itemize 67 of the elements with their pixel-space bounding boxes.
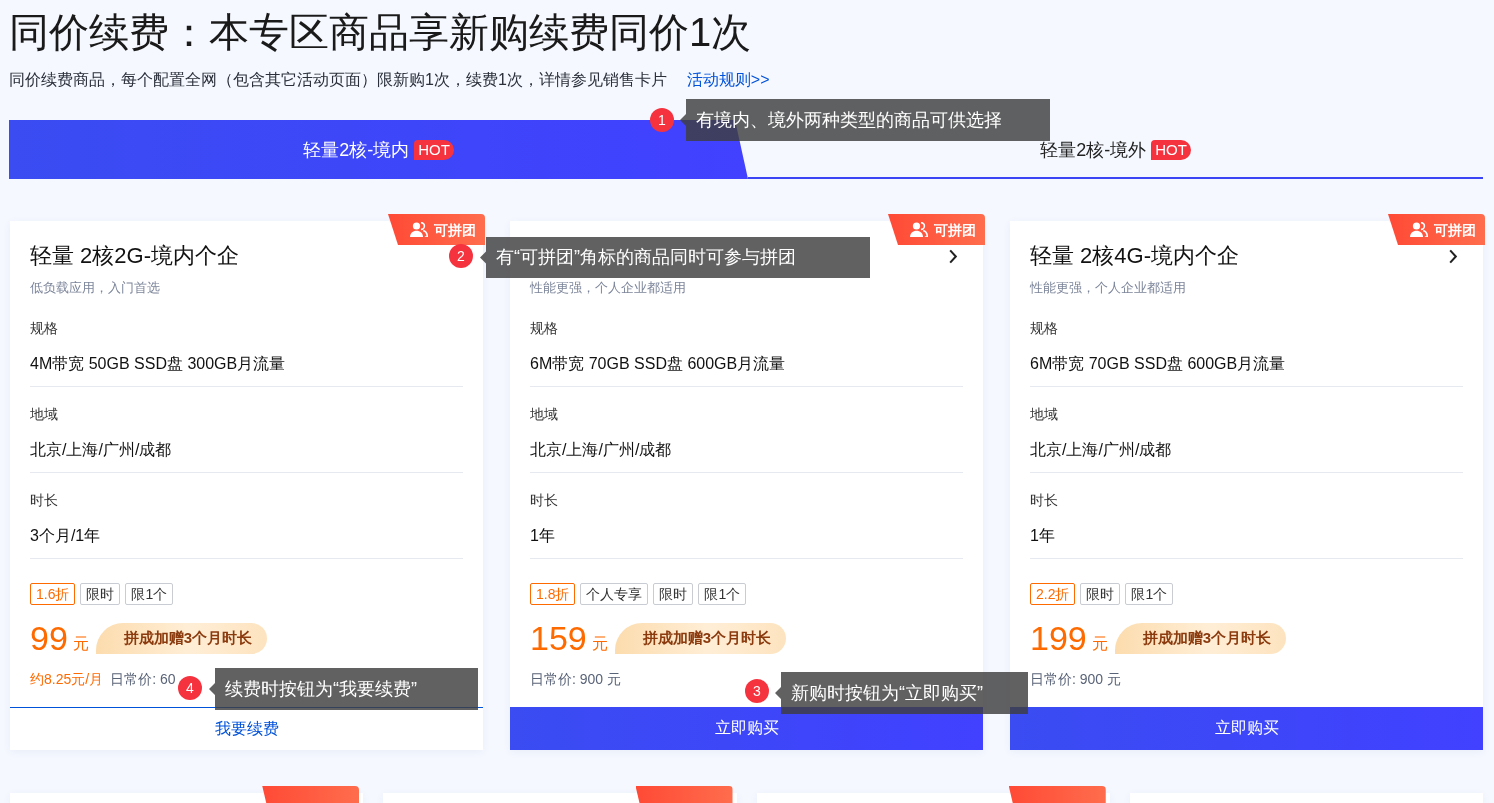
users-icon	[409, 222, 428, 237]
spec-label: 时长	[1030, 491, 1059, 510]
spec-value: 北京/上海/广州/成都	[530, 440, 673, 460]
users-icon	[909, 222, 928, 237]
discount-tag: 1.6折	[30, 583, 76, 605]
promo-pill: 拼成加赠3个月时长	[95, 622, 268, 654]
spec-value: 1年	[1030, 526, 1056, 546]
buy-button[interactable]: 立即购买	[1010, 707, 1483, 750]
badge-label: 可拼团	[1433, 220, 1476, 240]
label-tag: 限时	[1080, 583, 1121, 605]
chevron-right-icon[interactable]	[948, 248, 958, 264]
badge-label: 可拼团	[433, 220, 476, 240]
annotation-tooltip: 续费时按钮为“我要续费”	[209, 668, 478, 710]
users-icon	[1409, 222, 1428, 237]
label-tag: 限1个	[125, 583, 174, 605]
buy-button[interactable]: 立即购买	[510, 707, 983, 750]
hot-badge: HOT	[414, 139, 454, 160]
price-amount: 99	[30, 618, 68, 658]
label-tag: 限时	[80, 583, 121, 605]
label-tag: 限时	[653, 583, 694, 605]
badge-label: 可拼团	[933, 220, 976, 240]
product-title: 轻量 2核4G-境内个企	[1030, 242, 1240, 270]
description-text: 同价续费商品，每个配置全网（包含其它活动页面）限新购1次，续费1次，详情参见销售卡片	[9, 70, 667, 90]
annotation-marker: 1	[650, 108, 674, 132]
monthly-price: 约8.25元/月	[30, 670, 104, 689]
page-title: 同价续费：本专区商品享新购续费同价1次	[9, 9, 753, 56]
spec-label: 规格	[30, 319, 59, 338]
spec-label: 规格	[530, 319, 559, 338]
price-amount: 159	[530, 618, 587, 658]
currency-unit: 元	[72, 634, 89, 654]
spec-value: 6M带宽 70GB SSD盘 600GB月流量	[1030, 354, 1287, 374]
discount-tag: 1.8折	[530, 583, 576, 605]
annotation-tooltip: 有“可拼团”角标的商品同时可参与拼团	[480, 237, 870, 278]
annotation-tooltip: 新购时按钮为“立即购买”	[775, 672, 1028, 714]
spec-value: 北京/上海/广州/成都	[30, 440, 173, 460]
chevron-right-icon[interactable]	[1448, 248, 1458, 264]
label-tag: 限1个	[698, 583, 747, 605]
regular-price: 日常价: 900 元	[530, 670, 622, 689]
spec-label: 地域	[530, 405, 559, 424]
price-amount: 199	[1030, 618, 1087, 658]
renew-button[interactable]: 我要续费	[10, 707, 483, 750]
product-subtitle: 低负载应用，入门首选	[30, 279, 161, 297]
promo-pill: 拼成加赠3个月时长	[614, 622, 787, 654]
spec-label: 时长	[530, 491, 559, 510]
regular-price: 日常价: 900 元	[1030, 670, 1122, 689]
regular-price: 日常价: 60	[110, 670, 176, 689]
promo-pill: 拼成加赠3个月时长	[1114, 622, 1287, 654]
spec-value: 北京/上海/广州/成都	[1030, 440, 1173, 460]
spec-label: 时长	[30, 491, 59, 510]
product-title: 轻量 2核2G-境内个企	[30, 242, 240, 270]
annotation-tooltip: 有境内、境外两种类型的商品可供选择	[680, 99, 1050, 141]
discount-tag: 2.2折	[1030, 583, 1076, 605]
spec-label: 地域	[1030, 405, 1059, 424]
product-subtitle: 性能更强，个人企业都适用	[1030, 279, 1187, 297]
spec-label: 地域	[30, 405, 59, 424]
spec-value: 4M带宽 50GB SSD盘 300GB月流量	[30, 354, 287, 374]
label-tag: 限1个	[1125, 583, 1174, 605]
hot-badge: HOT	[1151, 139, 1191, 160]
spec-value: 1年	[530, 526, 556, 546]
spec-value: 3个月/1年	[30, 526, 102, 546]
currency-unit: 元	[1091, 634, 1108, 654]
label-tag: 个人专享	[580, 583, 649, 605]
rules-link[interactable]: 活动规则>>	[686, 68, 770, 92]
spec-label: 规格	[1030, 319, 1059, 338]
product-subtitle: 性能更强，个人企业都适用	[530, 279, 687, 297]
spec-value: 6M带宽 70GB SSD盘 600GB月流量	[530, 354, 787, 374]
currency-unit: 元	[591, 634, 608, 654]
